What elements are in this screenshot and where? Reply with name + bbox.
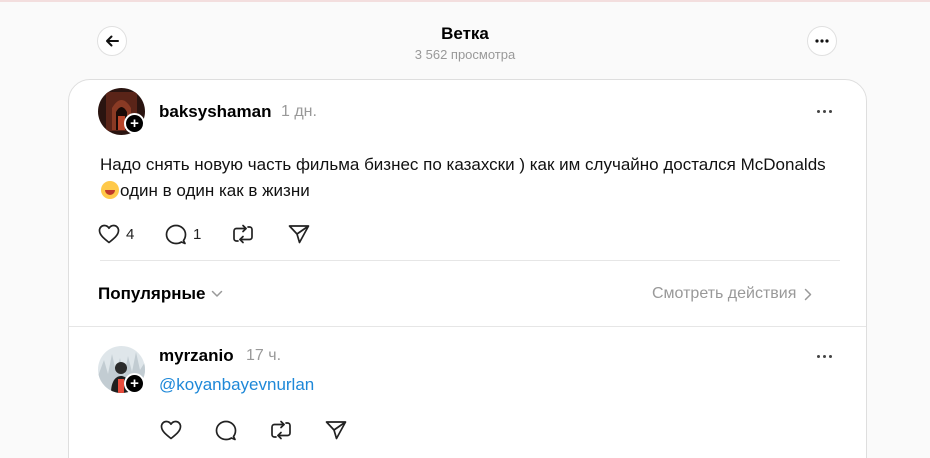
more-options-button[interactable] — [807, 26, 837, 56]
send-icon — [325, 421, 347, 440]
reply-username[interactable]: myrzanio — [159, 346, 234, 366]
reply-timestamp[interactable]: 17 ч. — [246, 347, 281, 365]
comment-icon — [215, 420, 237, 441]
comment-icon — [165, 224, 187, 245]
repost-icon — [271, 420, 291, 440]
sort-dropdown[interactable]: Популярные — [98, 284, 223, 304]
page-title: Ветка — [441, 24, 489, 43]
thread-header: Ветка 3 562 просмотра — [0, 0, 930, 80]
reply-comment-button[interactable] — [215, 420, 237, 441]
follow-plus-icon[interactable]: + — [124, 113, 145, 134]
post-timestamp[interactable]: 1 дн. — [281, 103, 317, 121]
view-count: 3 562 просмотра — [414, 47, 516, 62]
heart-icon — [160, 420, 182, 440]
post-username[interactable]: baksyshaman — [159, 102, 271, 122]
heart-icon — [98, 224, 120, 244]
follow-plus-icon[interactable]: + — [124, 373, 145, 394]
repost-button[interactable] — [232, 224, 254, 244]
like-count: 4 — [126, 225, 135, 243]
reply-count: 1 — [193, 226, 202, 243]
like-button[interactable]: 4 — [98, 224, 134, 244]
repost-icon — [233, 224, 253, 244]
divider — [100, 260, 840, 261]
sort-label: Популярные — [98, 284, 206, 303]
section-divider — [69, 326, 866, 327]
post-text-part-1: Надо снять новую часть фильма бизнес по … — [100, 155, 826, 174]
laughing-emoji-icon — [101, 181, 119, 199]
view-activity-link[interactable]: Смотреть действия — [652, 285, 812, 303]
share-button[interactable] — [288, 224, 310, 244]
post-body: Надо снять новую часть фильма бизнес по … — [100, 152, 840, 204]
reply-share-button[interactable] — [325, 420, 347, 440]
post-more-icon[interactable] — [812, 104, 836, 118]
chevron-right-icon — [805, 288, 812, 300]
thread-card: + baksyshaman 1 дн. Надо снять новую час… — [68, 79, 867, 458]
post-text-part-2: один в один как в жизни — [120, 181, 310, 200]
send-icon — [288, 225, 310, 244]
reply-button[interactable]: 1 — [165, 224, 201, 245]
reply-mention-link[interactable]: @koyanbayevnurlan — [159, 375, 314, 395]
reply-repost-button[interactable] — [270, 420, 292, 440]
chevron-down-icon — [212, 290, 223, 297]
more-horizontal-icon — [815, 39, 829, 43]
reply-more-icon[interactable] — [812, 349, 836, 363]
reply-like-button[interactable] — [160, 420, 182, 440]
activity-label: Смотреть действия — [652, 285, 797, 302]
